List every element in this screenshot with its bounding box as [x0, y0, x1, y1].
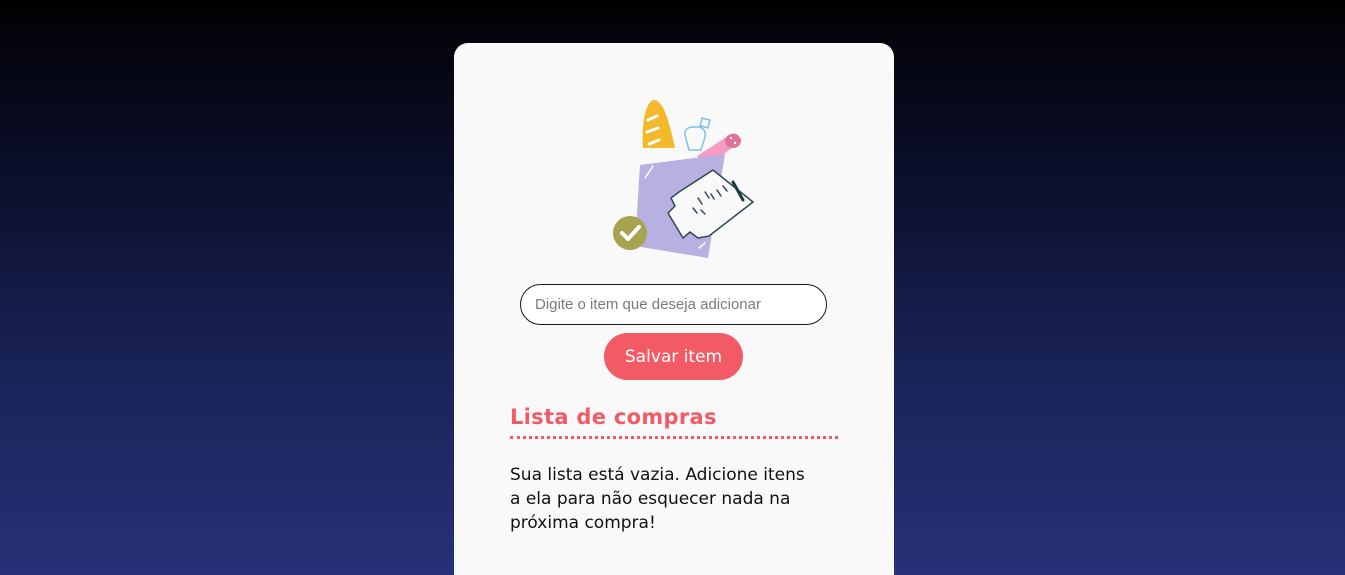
item-input[interactable] [520, 284, 827, 325]
title-divider [510, 436, 838, 439]
shopping-list-card: Salvar item Lista de compras Sua lista e… [454, 43, 894, 575]
grocery-bag-icon [613, 98, 758, 263]
list-title: Lista de compras [510, 405, 717, 429]
save-item-button[interactable]: Salvar item [604, 333, 743, 380]
empty-list-message: Sua lista está vazia. Adicione itens a e… [510, 465, 805, 533]
